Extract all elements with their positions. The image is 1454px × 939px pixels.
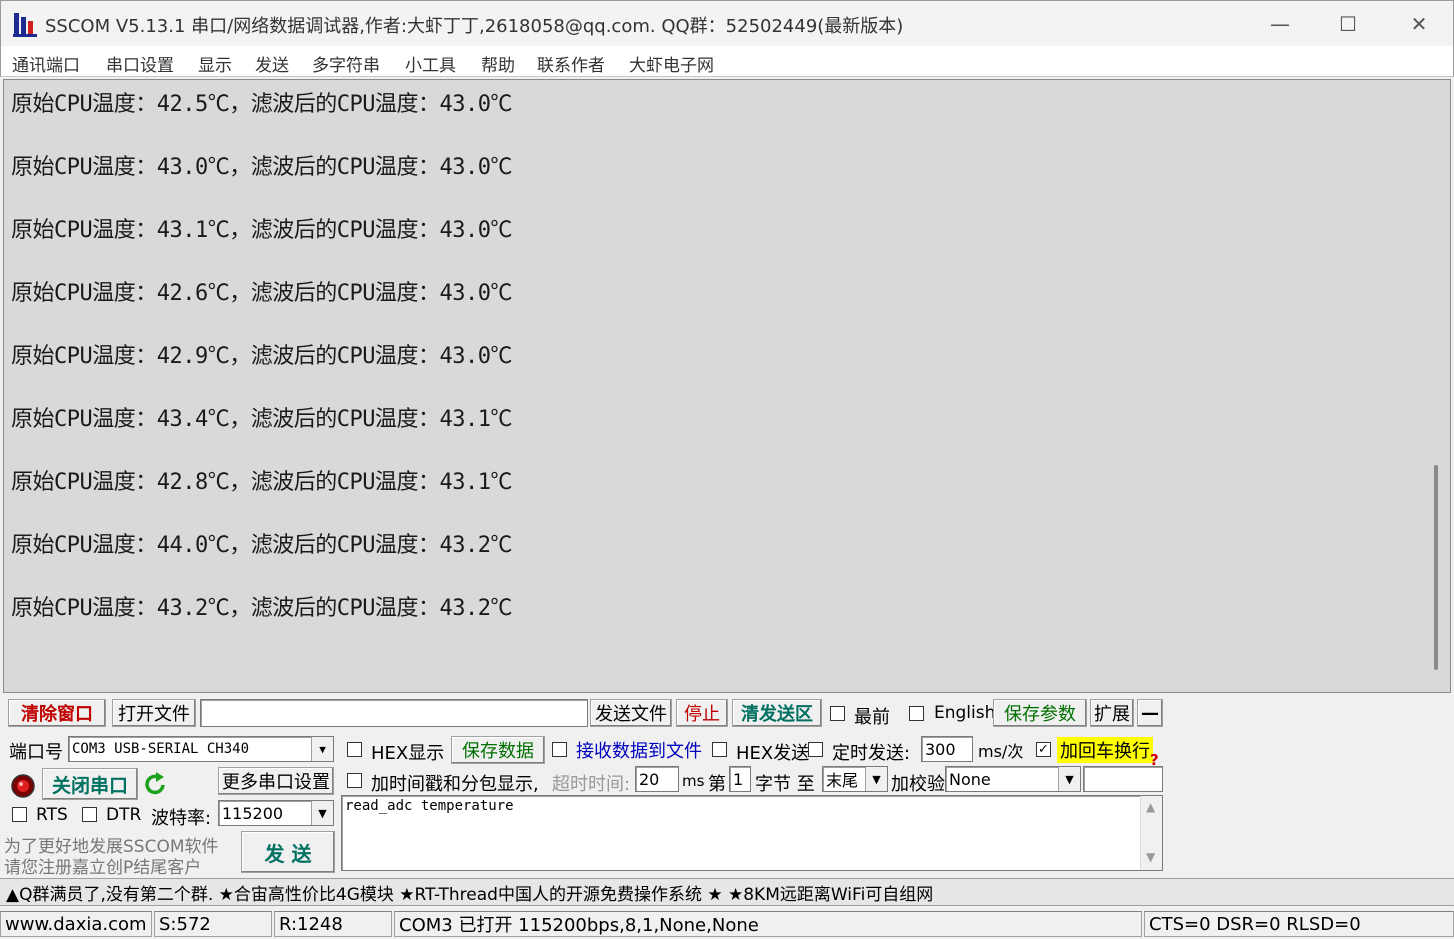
checksum-result-field	[1083, 766, 1163, 792]
receive-line: 原始CPU温度：42.8℃，滤波后的CPU温度：43.1℃	[11, 470, 512, 495]
send-scrollbar[interactable]: ▲ ▼	[1140, 796, 1162, 870]
checksum-label: 加校验	[891, 774, 945, 795]
receive-line: 原始CPU温度：43.2℃，滤波后的CPU温度：43.2℃	[11, 596, 512, 621]
refresh-icon[interactable]	[144, 772, 168, 798]
port-label: 端口号	[9, 742, 63, 763]
chevron-down-icon: ▼	[865, 767, 887, 791]
checksum-value: None	[949, 769, 991, 789]
menu-send[interactable]: 发送	[255, 51, 289, 76]
send-text: read_adc temperature	[345, 798, 514, 814]
recv-to-file-checkbox[interactable]	[552, 742, 567, 757]
timestamp-checkbox[interactable]	[347, 773, 362, 788]
scroll-down-icon[interactable]: ▼	[1146, 850, 1155, 864]
port-select[interactable]: COM3 USB-SERIAL CH340 ▼	[68, 736, 334, 762]
menu-help[interactable]: 帮助	[481, 51, 515, 76]
recv-to-file-label: 接收数据到文件	[576, 741, 702, 762]
chevron-down-icon: ▼	[311, 801, 333, 825]
chevron-down-icon: ▼	[311, 737, 333, 761]
menu-bar: 通讯端口 串口设置 显示 发送 多字符串 小工具 帮助 联系作者 大虾电子网	[0, 46, 1454, 77]
chevron-down-icon: ▼	[1058, 767, 1080, 791]
receive-line: 原始CPU温度：42.6℃，滤波后的CPU温度：43.0℃	[11, 281, 512, 306]
ad-ticker[interactable]: ▲Q群满员了,没有第二个群. ★合宙高性价比4G模块 ★RT-Thread中国人…	[0, 878, 1454, 906]
timeout-input[interactable]: 20	[635, 766, 679, 792]
receive-line: 原始CPU温度：43.4℃，滤波后的CPU温度：43.1℃	[11, 407, 512, 432]
status-bar: www.daxia.com S:572 R:1248 COM3 已打开 1152…	[0, 908, 1454, 939]
more-port-settings-button[interactable]: 更多串口设置	[218, 767, 334, 795]
dtr-label: DTR	[106, 805, 142, 825]
hex-send-checkbox[interactable]	[712, 742, 727, 757]
receive-line: 原始CPU温度：43.0℃，滤波后的CPU温度：43.0℃	[11, 155, 512, 180]
save-params-button[interactable]: 保存参数	[993, 699, 1087, 727]
open-file-button[interactable]: 打开文件	[112, 699, 196, 727]
add-crlf-checkbox[interactable]: ✓	[1036, 742, 1051, 757]
menu-display[interactable]: 显示	[198, 51, 232, 76]
timeout-unit: ms	[682, 772, 705, 790]
file-path-input[interactable]	[200, 699, 588, 727]
hex-display-label: HEX显示	[371, 743, 445, 764]
collapse-button[interactable]: —	[1137, 699, 1163, 727]
timed-send-checkbox[interactable]	[808, 742, 823, 757]
checksum-select[interactable]: None ▼	[945, 766, 1081, 792]
menu-daxia-site[interactable]: 大虾电子网	[629, 51, 714, 76]
status-received-count: R:1248	[274, 911, 392, 937]
send-file-button[interactable]: 发送文件	[590, 699, 672, 727]
status-modem-lines: CTS=0 DSR=0 RLSD=0	[1144, 911, 1454, 937]
receive-line: 原始CPU温度：44.0℃，滤波后的CPU温度：43.2℃	[11, 533, 512, 558]
clear-window-button[interactable]: 清除窗口	[8, 699, 106, 727]
hex-display-checkbox[interactable]	[347, 742, 362, 757]
dtr-checkbox[interactable]	[82, 807, 97, 822]
timed-send-label: 定时发送:	[832, 743, 911, 764]
clear-send-button[interactable]: 清发送区	[732, 699, 822, 727]
port-value: COM3 USB-SERIAL CH340	[72, 741, 250, 757]
send-button[interactable]: 发 送	[241, 831, 335, 873]
interval-unit: ms/次	[978, 742, 1024, 761]
english-label: English	[934, 703, 996, 723]
baud-select[interactable]: 115200 ▼	[218, 800, 334, 826]
receive-line: 原始CPU温度：42.9℃，滤波后的CPU温度：43.0℃	[11, 344, 512, 369]
timeout-label: 超时时间:	[552, 774, 631, 795]
baud-value: 115200	[222, 803, 284, 823]
english-checkbox[interactable]	[909, 706, 924, 721]
menu-tools[interactable]: 小工具	[405, 51, 456, 76]
baud-label: 波特率:	[151, 808, 212, 829]
menu-serial-settings[interactable]: 串口设置	[106, 51, 174, 76]
byte-to-select[interactable]: 末尾 ▼	[822, 766, 888, 792]
last-checkbox[interactable]	[830, 706, 845, 721]
byte-mid-label: 字节 至	[755, 774, 815, 795]
byte-prefix-label: 第	[708, 774, 726, 795]
last-label: 最前	[854, 707, 890, 728]
window-title: SSCOM V5.13.1 串口/网络数据调试器,作者:大虾丁丁,2618058…	[45, 16, 904, 37]
menu-contact-author[interactable]: 联系作者	[537, 51, 605, 76]
app-icon	[13, 13, 37, 37]
menu-comm-port[interactable]: 通讯端口	[12, 51, 80, 76]
menu-multi-string[interactable]: 多字符串	[312, 51, 380, 76]
stop-button[interactable]: 停止	[676, 699, 728, 727]
receive-line: 原始CPU温度：42.5℃，滤波后的CPU温度：43.0℃	[11, 92, 512, 117]
timestamp-label: 加时间戳和分包显示,	[371, 774, 539, 795]
expand-button[interactable]: 扩展	[1090, 699, 1134, 727]
byte-from-input[interactable]: 1	[729, 766, 751, 792]
rts-label: RTS	[36, 805, 68, 825]
byte-to-value: 末尾	[826, 771, 859, 790]
send-text-area[interactable]: read_adc temperature ▲ ▼	[341, 795, 1163, 871]
status-sent-count: S:572	[154, 911, 272, 937]
receive-line: 原始CPU温度：43.1℃，滤波后的CPU温度：43.0℃	[11, 218, 512, 243]
promo-line-2[interactable]: 请您注册嘉立创P结尾客户	[4, 853, 201, 878]
rts-checkbox[interactable]	[12, 807, 27, 822]
status-site[interactable]: www.daxia.com	[0, 911, 152, 937]
hex-send-label: HEX发送	[736, 743, 810, 764]
add-crlf-label: 加回车换行	[1057, 737, 1153, 763]
maximize-button[interactable]: ☐	[1313, 1, 1383, 47]
interval-input[interactable]: 300	[921, 736, 973, 762]
port-status-icon	[11, 774, 35, 798]
title-bar: SSCOM V5.13.1 串口/网络数据调试器,作者:大虾丁丁,2618058…	[0, 0, 1454, 46]
close-port-button[interactable]: 关闭串口	[42, 768, 138, 800]
receive-text-area[interactable]: 原始CPU温度：42.5℃，滤波后的CPU温度：43.0℃ 原始CPU温度：43…	[3, 79, 1451, 693]
status-port-state: COM3 已打开 115200bps,8,1,None,None	[394, 911, 1142, 937]
scroll-up-icon[interactable]: ▲	[1146, 800, 1155, 814]
close-button[interactable]: ✕	[1384, 1, 1454, 47]
save-data-button[interactable]: 保存数据	[451, 736, 545, 764]
receive-scrollbar[interactable]	[1434, 465, 1438, 670]
minimize-button[interactable]: —	[1245, 1, 1315, 47]
